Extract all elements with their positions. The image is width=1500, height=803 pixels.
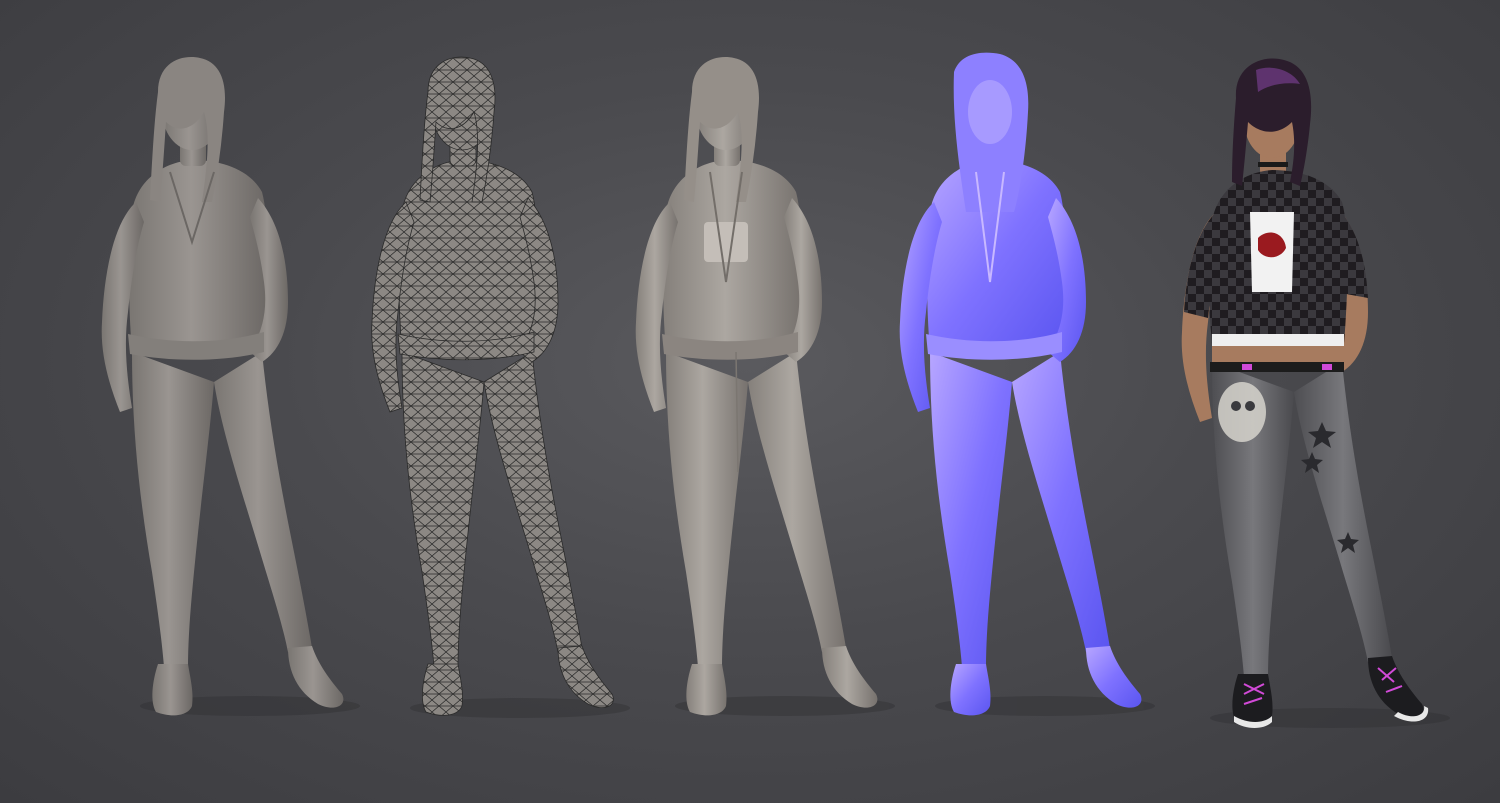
figure-wireframe	[371, 56, 614, 716]
figure-base-mesh	[101, 57, 344, 716]
figure-sculpt	[635, 57, 878, 716]
figure-lineup	[101, 52, 1450, 728]
figure-normal-map	[899, 52, 1142, 716]
figure-lineup-scene	[0, 0, 1500, 803]
figure-final-textured	[1181, 58, 1429, 728]
